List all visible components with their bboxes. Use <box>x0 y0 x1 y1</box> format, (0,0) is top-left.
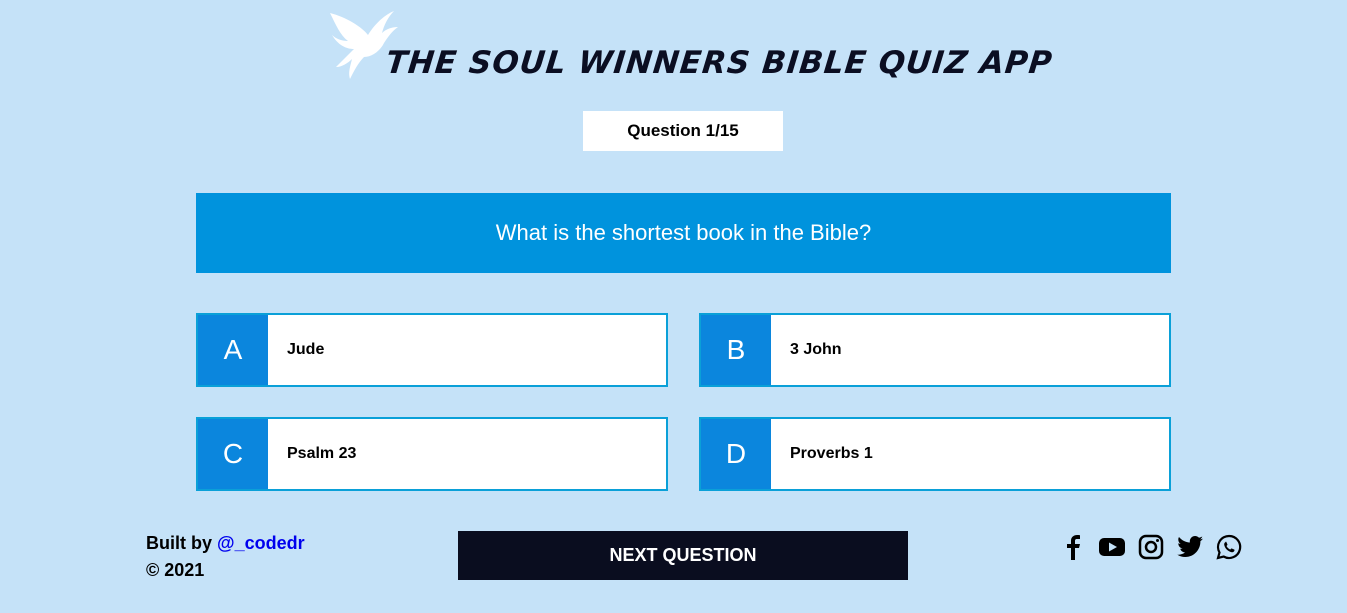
option-text: 3 John <box>790 341 842 358</box>
social-links <box>1060 533 1242 561</box>
option-letter: C <box>198 419 268 489</box>
option-a[interactable]: A Jude <box>196 313 668 387</box>
credit: Built by @_codedr © 2021 <box>146 530 305 584</box>
option-text: Jude <box>287 341 325 358</box>
copyright: © 2021 <box>146 560 205 580</box>
option-b[interactable]: B 3 John <box>699 313 1171 387</box>
facebook-icon[interactable] <box>1060 533 1086 561</box>
option-text: Proverbs 1 <box>790 445 873 462</box>
option-text: Psalm 23 <box>287 445 357 462</box>
option-d[interactable]: D Proverbs 1 <box>699 417 1171 491</box>
question-counter: Question 1/15 <box>583 111 783 151</box>
option-letter: A <box>198 315 268 385</box>
whatsapp-icon[interactable] <box>1216 533 1242 561</box>
author-link[interactable]: @_codedr <box>217 533 305 553</box>
youtube-icon[interactable] <box>1099 533 1125 561</box>
option-letter: D <box>701 419 771 489</box>
twitter-icon[interactable] <box>1177 533 1203 561</box>
app-title: THE SOUL WINNERS BIBLE QUIZ APP <box>384 45 1055 81</box>
instagram-icon[interactable] <box>1138 533 1164 561</box>
next-question-button[interactable]: NEXT QUESTION <box>458 531 908 580</box>
option-letter: B <box>701 315 771 385</box>
built-by-label: Built by <box>146 533 212 553</box>
question-text: What is the shortest book in the Bible? <box>196 193 1171 273</box>
option-c[interactable]: C Psalm 23 <box>196 417 668 491</box>
